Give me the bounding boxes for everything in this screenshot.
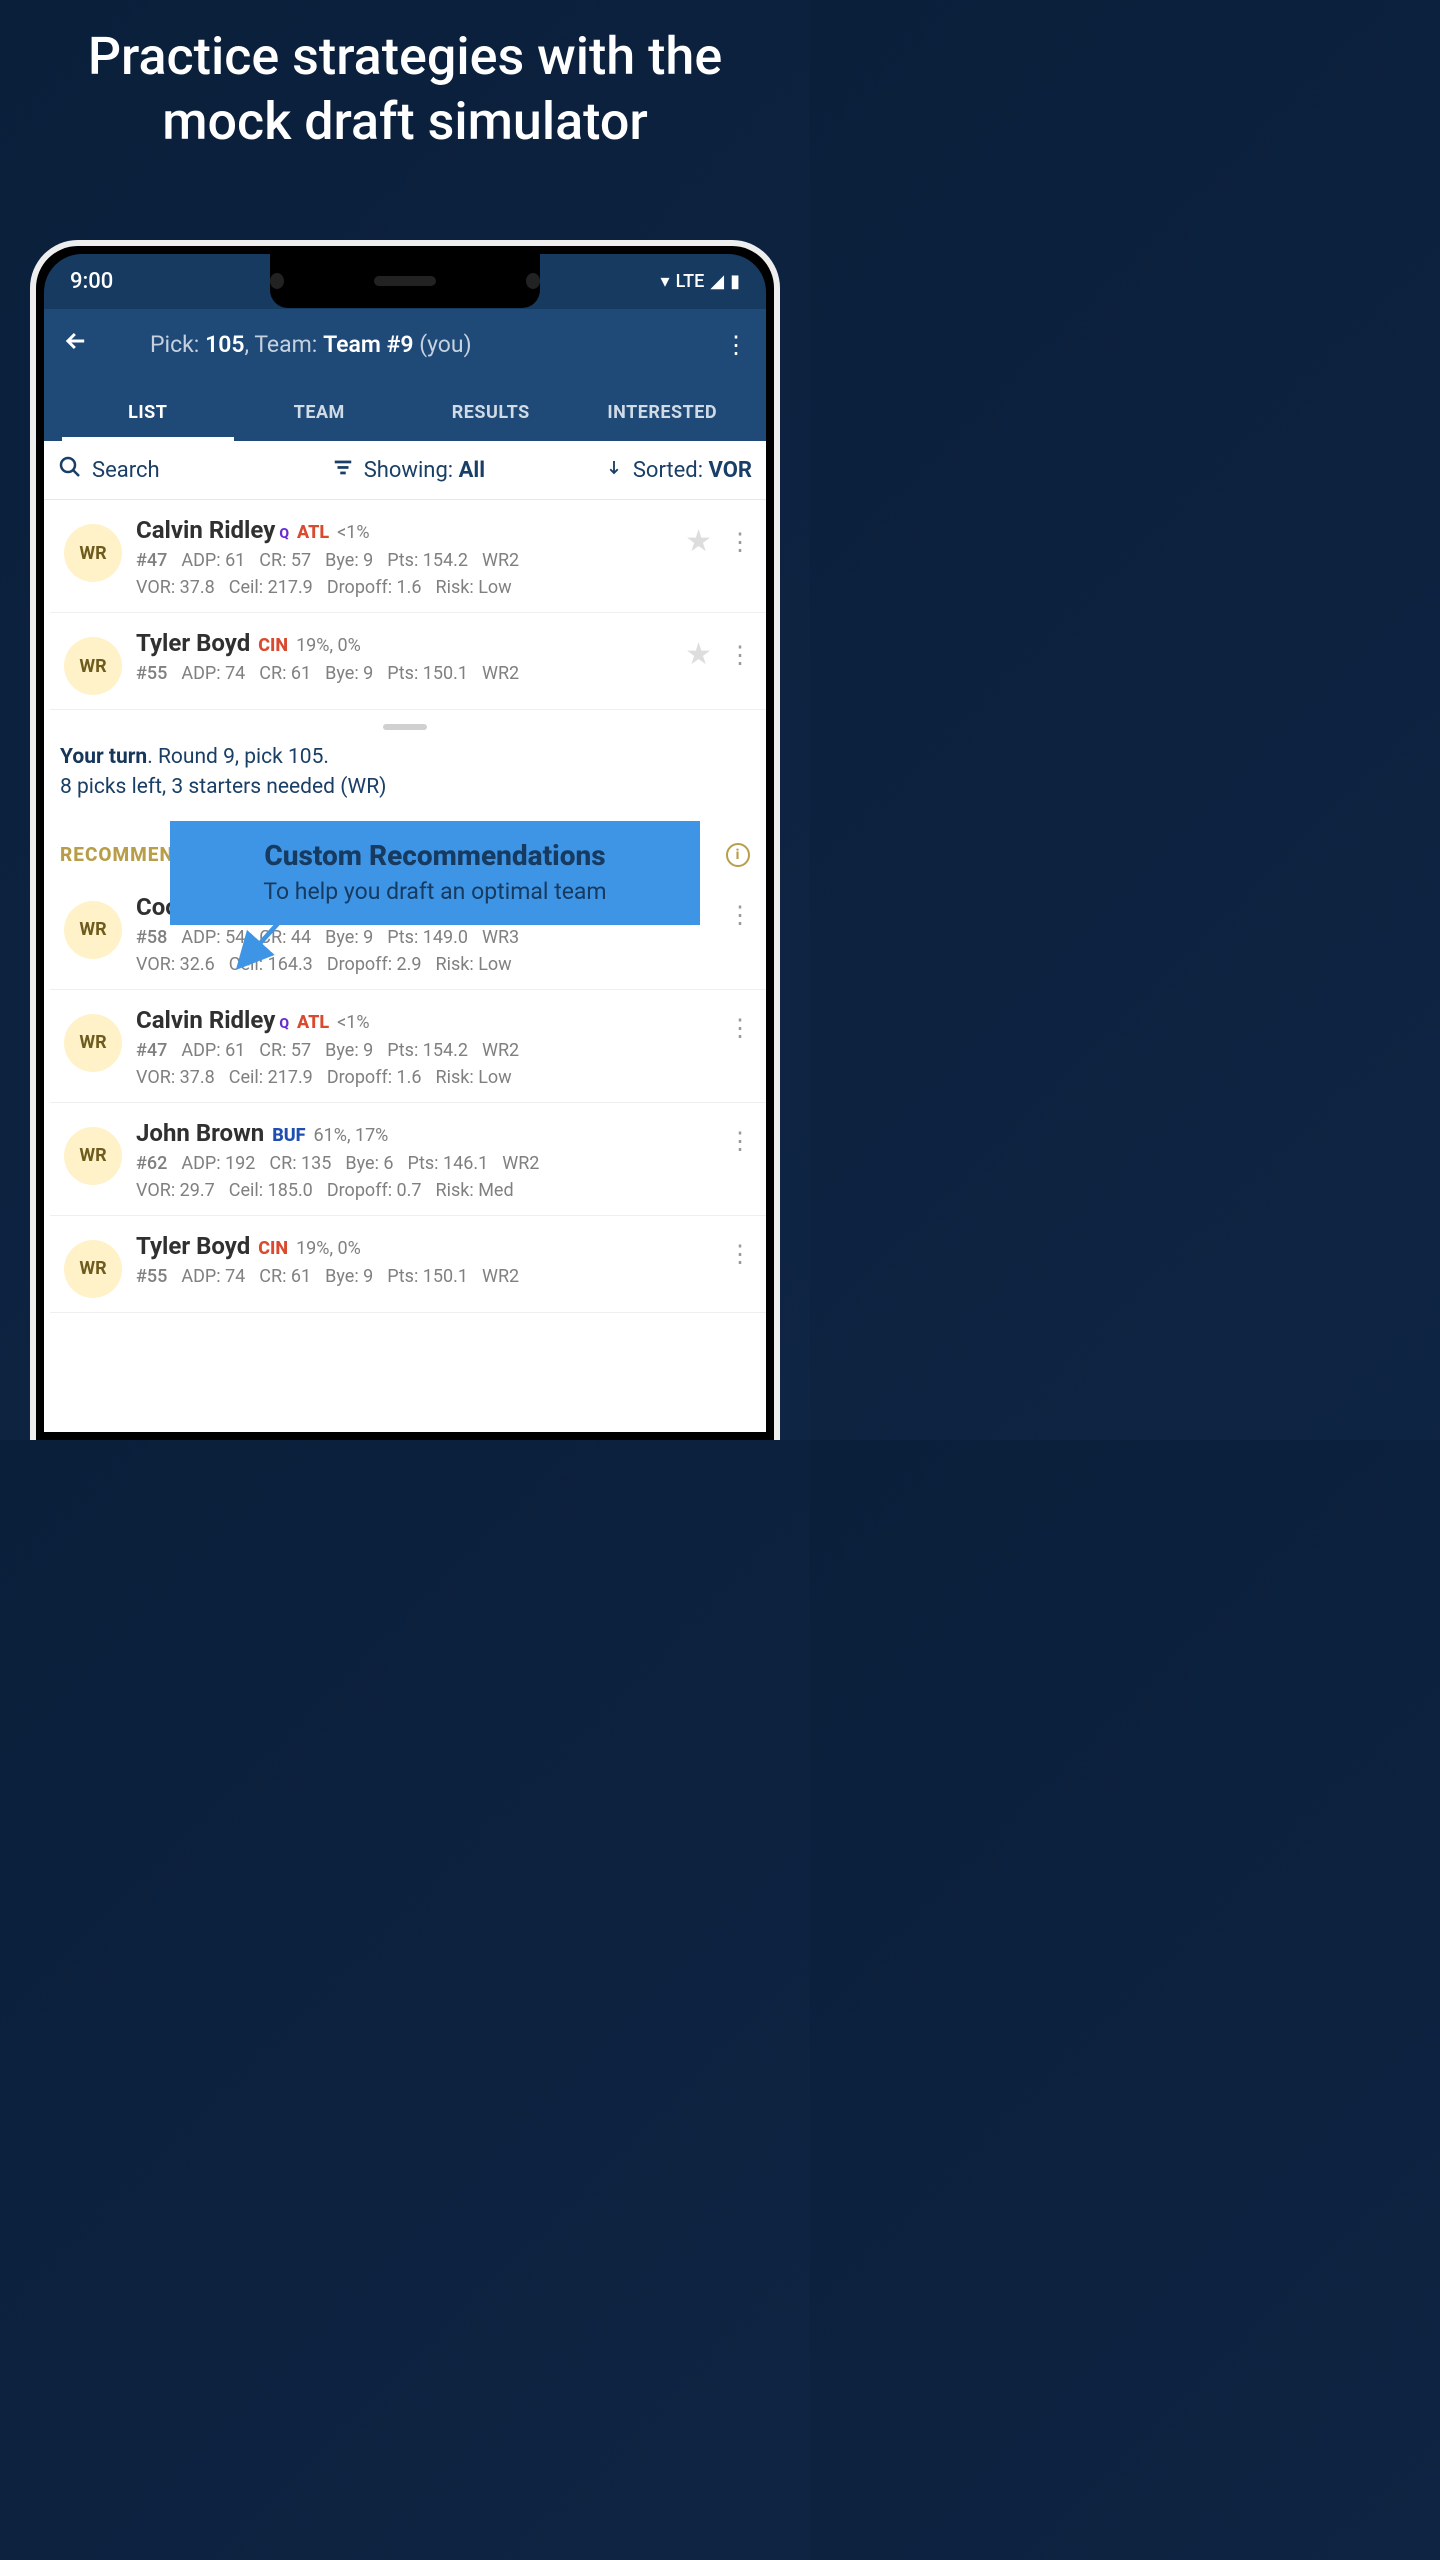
position-badge: WR: [64, 901, 122, 959]
row-actions: ⋮: [728, 1240, 752, 1268]
search-icon: [58, 455, 82, 485]
player-row[interactable]: WR Calvin RidleyQ ATL <1% #47ADP: 61CR: …: [50, 500, 766, 613]
row-actions: ⋮: [728, 1014, 752, 1042]
tabs: LIST TEAM RESULTS INTERESTED: [62, 386, 748, 441]
team-code: ATL: [297, 1012, 329, 1033]
more-icon[interactable]: ⋮: [724, 331, 748, 359]
tab-list[interactable]: LIST: [62, 386, 234, 441]
player-stats-2: VOR: 29.7Ceil: 185.0Dropoff: 0.7Risk: Me…: [136, 1180, 714, 1201]
status-icons: ▾ LTE ◢ ▮: [661, 271, 740, 292]
player-name: John Brown: [136, 1119, 264, 1147]
tab-results[interactable]: RESULTS: [405, 386, 577, 441]
player-stats-1: #47ADP: 61CR: 57Bye: 9Pts: 154.2WR2: [136, 1040, 714, 1061]
speaker-icon: [374, 276, 436, 286]
row-actions: ★ ⋮: [685, 524, 752, 559]
player-meta: 19%, 0%: [296, 1238, 361, 1259]
team-code: CIN: [258, 1238, 288, 1259]
tab-interested[interactable]: INTERESTED: [577, 386, 749, 441]
sort-button[interactable]: Sorted: VOR: [530, 456, 752, 484]
position-badge: WR: [64, 637, 122, 695]
player-stats-1: #55ADP: 74CR: 61Bye: 9Pts: 150.1WR2: [136, 663, 671, 684]
player-stats-2: VOR: 37.8Ceil: 217.9Dropoff: 1.6Risk: Lo…: [136, 577, 671, 598]
player-body: Tyler Boyd CIN 19%, 0% #55ADP: 74CR: 61B…: [136, 1232, 714, 1287]
player-row[interactable]: WR Tyler Boyd CIN 19%, 0% #55ADP: 74CR: …: [50, 1216, 766, 1313]
player-name: Tyler Boyd: [136, 629, 250, 657]
content: Search Showing: All Sorted: VOR: [44, 441, 766, 1432]
position-badge: WR: [64, 1240, 122, 1298]
team-code: BUF: [272, 1125, 305, 1146]
phone-frame: 9:00 ▾ LTE ◢ ▮ Pick: 105, Team: Team #9 …: [30, 240, 780, 1440]
info-icon[interactable]: i: [726, 843, 750, 867]
player-name: Calvin Ridley: [136, 516, 275, 544]
row-more-icon[interactable]: ⋮: [728, 901, 752, 929]
team-code: CIN: [258, 635, 288, 656]
app-bar: Pick: 105, Team: Team #9 (you) ⋮ LIST TE…: [44, 309, 766, 441]
player-name: Tyler Boyd: [136, 1232, 250, 1260]
player-name: Calvin Ridley: [136, 1006, 275, 1034]
q-icon: Q: [279, 526, 289, 542]
position-badge: WR: [64, 1014, 122, 1072]
sort-icon: [605, 456, 623, 484]
status-time: 9:00: [70, 269, 113, 294]
player-stats-1: #47ADP: 61CR: 57Bye: 9Pts: 154.2WR2: [136, 550, 671, 571]
position-badge: WR: [64, 524, 122, 582]
star-icon[interactable]: ★: [685, 637, 712, 672]
row-more-icon[interactable]: ⋮: [728, 1240, 752, 1268]
player-body: Calvin RidleyQ ATL <1% #47ADP: 61CR: 57B…: [136, 1006, 714, 1088]
row-more-icon[interactable]: ⋮: [728, 1127, 752, 1155]
filter-showing[interactable]: Showing: All: [297, 456, 519, 484]
tab-team[interactable]: TEAM: [234, 386, 406, 441]
camera-icon: [526, 273, 540, 289]
q-icon: Q: [279, 1016, 289, 1032]
callout-subtitle: To help you draft an optimal team: [186, 878, 684, 905]
player-body: John Brown BUF 61%, 17% #62ADP: 192CR: 1…: [136, 1119, 714, 1201]
row-more-icon[interactable]: ⋮: [728, 1014, 752, 1042]
phone-notch: [270, 254, 540, 308]
player-meta: 19%, 0%: [296, 635, 361, 656]
drag-handle-icon[interactable]: [383, 724, 427, 730]
player-meta: <1%: [337, 1012, 369, 1033]
search-label: Search: [92, 458, 160, 483]
player-meta: <1%: [337, 522, 369, 543]
player-stats-2: VOR: 32.6Ceil: 164.3Dropoff: 2.9Risk: Lo…: [136, 954, 714, 975]
camera-icon: [270, 273, 284, 289]
player-row[interactable]: WR John Brown BUF 61%, 17% #62ADP: 192CR…: [50, 1103, 766, 1216]
callout: Custom Recommendations To help you draft…: [170, 821, 700, 925]
promo-headline: Practice strategies with the mock draft …: [0, 0, 810, 174]
row-actions: ★ ⋮: [685, 637, 752, 672]
signal-icon: ◢: [710, 271, 724, 292]
search-button[interactable]: Search: [58, 455, 287, 485]
recommendations-panel: Your turn. Round 9, pick 105. 8 picks le…: [44, 710, 766, 1313]
row-more-icon[interactable]: ⋮: [728, 528, 752, 556]
filter-icon: [332, 456, 354, 484]
row-actions: ⋮: [728, 1127, 752, 1155]
player-stats-1: #58ADP: 54CR: 44Bye: 9Pts: 149.0WR3: [136, 927, 714, 948]
appbar-title: Pick: 105, Team: Team #9 (you): [110, 331, 704, 358]
star-icon[interactable]: ★: [685, 524, 712, 559]
network-label: LTE: [676, 271, 705, 292]
player-stats-2: VOR: 37.8Ceil: 217.9Dropoff: 1.6Risk: Lo…: [136, 1067, 714, 1088]
back-icon[interactable]: [62, 327, 90, 362]
team-code: ATL: [297, 522, 329, 543]
phone-screen: 9:00 ▾ LTE ◢ ▮ Pick: 105, Team: Team #9 …: [44, 254, 766, 1432]
turn-text: Your turn. Round 9, pick 105. 8 picks le…: [44, 742, 766, 821]
row-actions: ⋮: [728, 901, 752, 929]
player-row[interactable]: WR Tyler Boyd CIN 19%, 0% #55ADP: 74CR: …: [50, 613, 766, 710]
callout-title: Custom Recommendations: [186, 839, 684, 872]
filter-bar: Search Showing: All Sorted: VOR: [44, 441, 766, 500]
position-badge: WR: [64, 1127, 122, 1185]
player-stats-1: #55ADP: 74CR: 61Bye: 9Pts: 150.1WR2: [136, 1266, 714, 1287]
battery-icon: ▮: [730, 271, 740, 292]
player-body: Calvin RidleyQ ATL <1% #47ADP: 61CR: 57B…: [136, 516, 671, 598]
player-stats-1: #62ADP: 192CR: 135Bye: 6Pts: 146.1WR2: [136, 1153, 714, 1174]
row-more-icon[interactable]: ⋮: [728, 641, 752, 669]
player-row[interactable]: WR Calvin RidleyQ ATL <1% #47ADP: 61CR: …: [50, 990, 766, 1103]
player-body: Tyler Boyd CIN 19%, 0% #55ADP: 74CR: 61B…: [136, 629, 671, 684]
player-meta: 61%, 17%: [314, 1125, 389, 1146]
wifi-icon: ▾: [661, 271, 670, 292]
